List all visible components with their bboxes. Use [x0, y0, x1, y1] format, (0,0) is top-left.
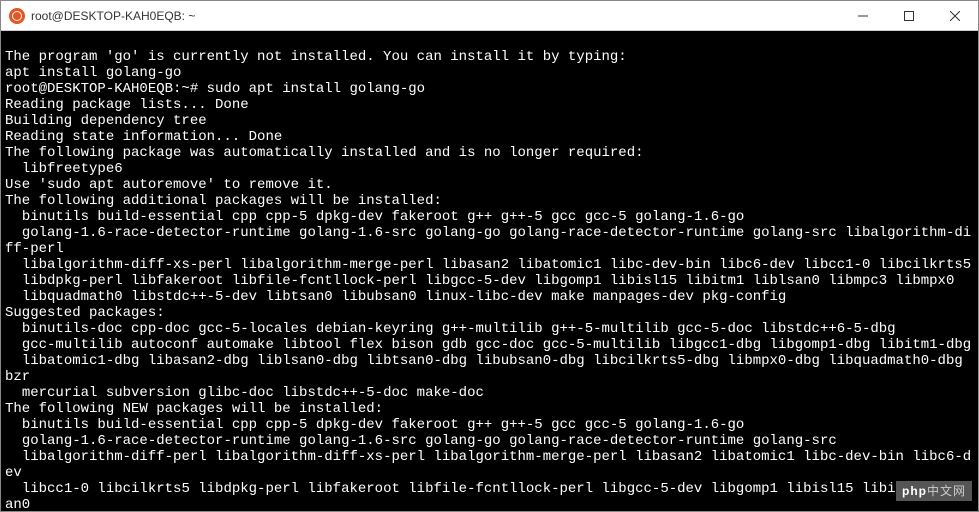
terminal-line: golang-1.6-race-detector-runtime golang-… [5, 225, 971, 257]
minimize-button[interactable] [840, 1, 886, 31]
watermark: php中文网 [896, 481, 972, 501]
terminal-line: libcc1-0 libcilkrts5 libdpkg-perl libfak… [5, 481, 971, 511]
terminal-line: apt install golang-go [5, 65, 181, 81]
terminal-line: binutils-doc cpp-doc gcc-5-locales debia… [5, 321, 896, 337]
maximize-button[interactable] [886, 1, 932, 31]
terminal-line: golang-1.6-race-detector-runtime golang-… [5, 433, 837, 449]
terminal-line: The following package was automatically … [5, 145, 644, 161]
terminal-line: The program 'go' is currently not instal… [5, 49, 627, 65]
terminal-line: The following additional packages will b… [5, 193, 442, 209]
terminal-line: binutils build-essential cpp cpp-5 dpkg-… [5, 209, 744, 225]
window: root@DESKTOP-KAH0EQB: ~ The program 'go'… [0, 0, 979, 512]
window-title: root@DESKTOP-KAH0EQB: ~ [31, 9, 840, 23]
close-button[interactable] [932, 1, 978, 31]
watermark-rest: 中文网 [927, 484, 966, 498]
terminal-line: libfreetype6 [5, 161, 123, 177]
terminal-line: Reading package lists... Done [5, 97, 249, 113]
terminal-line: libdpkg-perl libfakeroot libfile-fcntllo… [5, 273, 954, 289]
titlebar[interactable]: root@DESKTOP-KAH0EQB: ~ [1, 1, 978, 31]
terminal-prompt-line: root@DESKTOP-KAH0EQB:~# sudo apt install… [5, 81, 425, 97]
terminal-line: libalgorithm-diff-xs-perl libalgorithm-m… [5, 257, 971, 273]
terminal-line: Suggested packages: [5, 305, 165, 321]
terminal-line: Reading state information... Done [5, 129, 282, 145]
terminal-line: libquadmath0 libstdc++-5-dev libtsan0 li… [5, 289, 786, 305]
terminal-line: gcc-multilib autoconf automake libtool f… [5, 337, 971, 353]
terminal-line: libalgorithm-diff-perl libalgorithm-diff… [5, 449, 971, 481]
terminal-line: Building dependency tree [5, 113, 207, 129]
terminal-line: Use 'sudo apt autoremove' to remove it. [5, 177, 333, 193]
terminal-output[interactable]: The program 'go' is currently not instal… [1, 31, 978, 511]
terminal-line: mercurial subversion glibc-doc libstdc++… [5, 385, 484, 401]
terminal-line: libatomic1-dbg libasan2-dbg liblsan0-dbg… [5, 353, 971, 385]
watermark-brand: php [902, 484, 927, 498]
terminal-line: The following NEW packages will be insta… [5, 401, 383, 417]
ubuntu-icon [9, 8, 25, 24]
terminal-line: binutils build-essential cpp cpp-5 dpkg-… [5, 417, 744, 433]
